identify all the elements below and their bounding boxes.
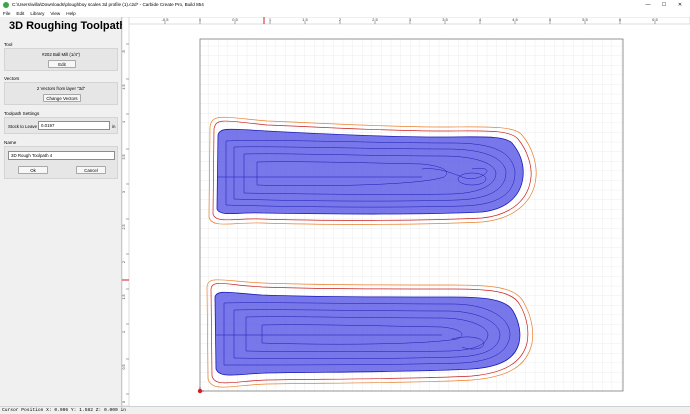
stock-to-leave-input[interactable]: 0.0197 bbox=[38, 121, 110, 130]
canvas-svg[interactable]: -0.5 0 0.5 1 1.5 2 2.5 3 3.5 4 4.5 5 5.5 6 6.5 -54.543… bbox=[121, 16, 690, 407]
ruler-label: 4 bbox=[122, 121, 126, 123]
panel-title: 3D Roughing Toolpath bbox=[9, 20, 127, 32]
ruler-label: 4.5 bbox=[512, 17, 518, 22]
horizontal-ruler bbox=[121, 16, 690, 25]
toolpath-name-input[interactable]: 3D Rough Toolpath 4 bbox=[8, 151, 115, 160]
stock-unit-label: in bbox=[112, 124, 116, 129]
toolpath-panel: 3D Roughing Toolpath Tool #202 Ball Mill… bbox=[0, 17, 126, 406]
vectors-section: 2 Vectors from layer "3d" Change Vectors bbox=[4, 82, 118, 105]
settings-section-label: Toolpath Settings bbox=[4, 111, 40, 116]
ruler-label: 3.5 bbox=[122, 155, 126, 160]
menu-view[interactable]: View bbox=[50, 11, 60, 16]
ruler-label: -5 bbox=[122, 50, 126, 53]
title-bar: C:\Users\willa\Downloads\ploughboy scale… bbox=[0, 0, 690, 9]
edit-tool-button[interactable]: Edit bbox=[48, 60, 76, 68]
ruler-label: 6.5 bbox=[652, 17, 658, 22]
stock-to-leave-label: Stock to Leave bbox=[8, 124, 38, 129]
lower-toolpath-area bbox=[214, 291, 521, 376]
change-vectors-button[interactable]: Change Vectors bbox=[43, 94, 81, 102]
vertical-ruler bbox=[121, 16, 130, 407]
ruler-label: 2.5 bbox=[122, 225, 126, 230]
ruler-label: 0.5 bbox=[232, 17, 238, 22]
ruler-label: 1.5 bbox=[302, 17, 308, 22]
cancel-button[interactable]: Cancel bbox=[76, 166, 106, 174]
ruler-label: 3.5 bbox=[442, 17, 448, 22]
menu-bar: File Edit Library View Help bbox=[0, 9, 690, 17]
minimize-icon[interactable]: — bbox=[640, 0, 656, 9]
ruler-label: 1.5 bbox=[122, 295, 126, 300]
vectors-info: 2 Vectors from layer "3d" bbox=[36, 86, 86, 91]
ruler-label: 0 bbox=[122, 401, 126, 403]
close-icon[interactable]: ✕ bbox=[672, 0, 688, 9]
ruler-label: 3 bbox=[122, 191, 126, 193]
design-canvas[interactable]: -0.5 0 0.5 1 1.5 2 2.5 3 3.5 4 4.5 5 5.5 6 6.5 -5 4.5 4 3… bbox=[121, 16, 690, 407]
tool-name: #202 Ball Mill (1/4") bbox=[42, 52, 80, 57]
menu-help[interactable]: Help bbox=[66, 11, 75, 16]
settings-section: Stock to Leave 0.0197 in bbox=[4, 117, 118, 134]
menu-edit[interactable]: Edit bbox=[16, 11, 24, 16]
ruler-label: 2 bbox=[122, 261, 126, 263]
window-title: C:\Users\willa\Downloads\ploughboy scale… bbox=[12, 2, 204, 7]
ruler-label: 4.5 bbox=[122, 85, 126, 90]
name-section: 3D Rough Toolpath 4 Ok Cancel bbox=[4, 146, 118, 179]
name-section-label: Name bbox=[4, 140, 17, 145]
vectors-section-label: Vectors bbox=[4, 76, 20, 81]
window-controls: — ☐ ✕ bbox=[640, 0, 688, 9]
menu-library[interactable]: Library bbox=[30, 11, 44, 16]
ruler-label: 2.5 bbox=[372, 17, 378, 22]
ruler-label: 1 bbox=[122, 331, 126, 333]
maximize-icon[interactable]: ☐ bbox=[656, 0, 672, 9]
cursor-position: Cursor Position X: 0.906 Y: 1.582 Z: 0.0… bbox=[2, 408, 127, 413]
tool-section: #202 Ball Mill (1/4") Edit bbox=[4, 48, 118, 71]
menu-file[interactable]: File bbox=[3, 11, 10, 16]
tool-section-label: Tool bbox=[4, 42, 13, 47]
ok-button[interactable]: Ok bbox=[18, 166, 48, 174]
ruler-label: 5.5 bbox=[582, 17, 588, 22]
ruler-label: 0.5 bbox=[122, 365, 126, 370]
ruler-label: -0.5 bbox=[162, 17, 170, 22]
app-icon bbox=[3, 1, 9, 8]
status-bar: Cursor Position X: 0.906 Y: 1.582 Z: 0.0… bbox=[0, 406, 690, 414]
